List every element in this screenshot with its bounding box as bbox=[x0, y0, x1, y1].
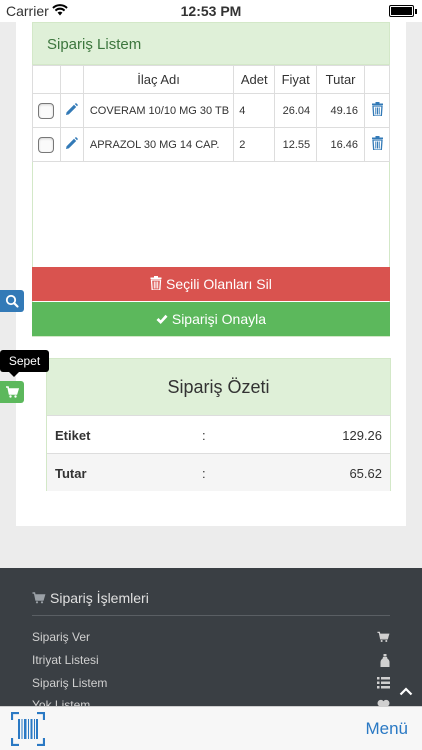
delete-selected-button[interactable]: Seçili Olanları Sil bbox=[32, 267, 390, 301]
trash-icon[interactable] bbox=[371, 136, 383, 153]
edit-cell bbox=[59, 93, 84, 128]
confirm-order-button[interactable]: Siparişi Onayla bbox=[32, 302, 390, 336]
delete-selected-label: Seçili Olanları Sil bbox=[166, 276, 272, 292]
bottom-toolbar: Menü bbox=[0, 706, 422, 750]
status-bar: Carrier 12:53 PM bbox=[0, 0, 422, 22]
col-drug-name: İlaç Adı bbox=[82, 65, 235, 94]
drug-name: COVERAM 10/10 MG 30 TB bbox=[82, 93, 235, 128]
drug-qty: 4 bbox=[233, 93, 276, 128]
trash-icon[interactable] bbox=[371, 102, 383, 119]
menu-button[interactable]: Menü bbox=[365, 719, 408, 739]
order-list-title: Sipariş Listem bbox=[33, 23, 389, 65]
trash-icon bbox=[150, 276, 162, 292]
search-icon bbox=[0, 294, 24, 316]
footer-item-label: Itriyat Listesi bbox=[32, 653, 99, 667]
chevron-up-icon bbox=[399, 683, 413, 700]
confirm-order-label: Siparişi Onayla bbox=[171, 311, 267, 327]
side-cart-button[interactable] bbox=[0, 381, 24, 403]
summary-row: Etiket : 129.26 bbox=[47, 415, 390, 453]
list-icon bbox=[377, 677, 390, 692]
footer-item-label: Sipariş Ver bbox=[32, 630, 91, 644]
order-summary-panel: Sipariş Özeti Etiket : 129.26 Tutar : 65… bbox=[46, 358, 391, 491]
battery-icon bbox=[389, 5, 417, 17]
order-summary-title: Sipariş Özeti bbox=[47, 359, 390, 415]
delete-cell bbox=[364, 127, 390, 162]
cart-tooltip: Sepet bbox=[0, 350, 49, 377]
summary-value: 129.26 bbox=[342, 428, 382, 443]
delete-cell bbox=[364, 93, 390, 128]
check-icon bbox=[156, 311, 168, 327]
row-checkbox[interactable] bbox=[38, 136, 55, 153]
summary-separator: : bbox=[202, 428, 206, 443]
side-search-button[interactable] bbox=[0, 290, 24, 312]
table-row: COVERAM 10/10 MG 30 TB 4 26.04 49.16 bbox=[32, 93, 390, 128]
footer-item-label: Sipariş Listem bbox=[32, 676, 108, 690]
pencil-icon[interactable] bbox=[65, 136, 79, 153]
barcode-icon bbox=[10, 711, 46, 750]
col-select bbox=[32, 65, 61, 94]
summary-separator: : bbox=[202, 466, 206, 481]
drug-price: 26.04 bbox=[274, 93, 318, 128]
footer-item-my-order-list[interactable]: Sipariş Listem bbox=[32, 676, 390, 694]
main-card: Sipariş Listem İlaç Adı Adet Fiyat Tutar… bbox=[16, 22, 406, 526]
col-qty: Adet bbox=[233, 65, 276, 94]
footer-item-order[interactable]: Sipariş Ver bbox=[32, 630, 390, 648]
cart-icon bbox=[0, 386, 24, 407]
col-price: Fiyat bbox=[274, 65, 318, 94]
cart-icon bbox=[377, 631, 390, 646]
drug-price: 12.55 bbox=[274, 127, 318, 162]
summary-row: Tutar : 65.62 bbox=[47, 453, 390, 491]
cart-icon bbox=[32, 591, 46, 607]
footer: Sipariş İşlemleri Sipariş Ver Itriyat Li… bbox=[0, 568, 422, 708]
col-edit bbox=[59, 65, 84, 94]
pencil-icon[interactable] bbox=[65, 102, 79, 119]
clock: 12:53 PM bbox=[180, 3, 242, 19]
summary-value: 65.62 bbox=[349, 466, 382, 481]
order-table: İlaç Adı Adet Fiyat Tutar COVERAM 10/10 … bbox=[32, 65, 390, 162]
barcode-scanner-button[interactable] bbox=[10, 711, 46, 747]
footer-divider bbox=[32, 615, 390, 616]
drug-total: 49.16 bbox=[316, 93, 366, 128]
drug-qty: 2 bbox=[233, 127, 276, 162]
scroll-to-top-button[interactable] bbox=[399, 683, 413, 701]
footer-title-label: Sipariş İşlemleri bbox=[50, 590, 149, 606]
bottle-icon bbox=[380, 654, 390, 670]
table-row: APRAZOL 30 MG 14 CAP. 2 12.55 16.46 bbox=[32, 127, 390, 162]
summary-label: Etiket bbox=[55, 428, 91, 443]
row-select-cell bbox=[32, 127, 61, 162]
footer-item-perfumery[interactable]: Itriyat Listesi bbox=[32, 653, 390, 671]
summary-label: Tutar bbox=[55, 466, 87, 481]
col-delete bbox=[364, 65, 390, 94]
footer-title: Sipariş İşlemleri bbox=[32, 590, 149, 607]
edit-cell bbox=[59, 127, 84, 162]
col-total: Tutar bbox=[316, 65, 366, 94]
row-checkbox[interactable] bbox=[38, 102, 55, 119]
drug-total: 16.46 bbox=[316, 127, 366, 162]
drug-name: APRAZOL 30 MG 14 CAP. bbox=[82, 127, 235, 162]
table-header-row: İlaç Adı Adet Fiyat Tutar bbox=[32, 65, 390, 94]
row-select-cell bbox=[32, 93, 61, 128]
